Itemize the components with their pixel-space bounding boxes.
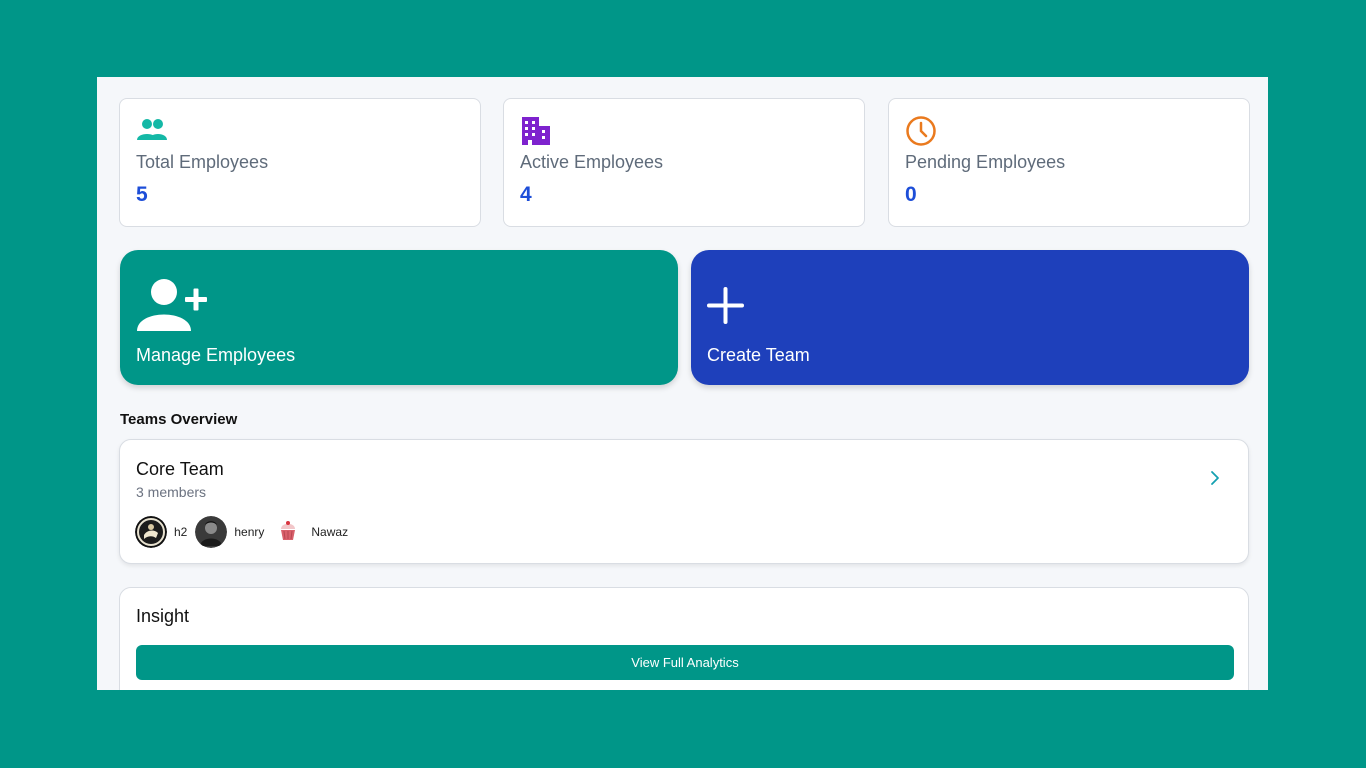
stat-card-pending-employees: Pending Employees 0	[888, 98, 1250, 227]
member-name: Nawaz	[311, 525, 349, 539]
stat-card-active-employees: Active Employees 4	[503, 98, 865, 227]
user-plus-icon	[137, 279, 207, 331]
team-card-core-team[interactable]: Core Team 3 members h2 henry Nawaz	[119, 439, 1249, 564]
insight-title: Insight	[136, 606, 190, 626]
clock-icon	[906, 116, 936, 146]
avatar	[195, 516, 228, 548]
team-member-count: 3 members	[136, 484, 207, 500]
dashboard-panel: Total Employees 5 Active Employees 4 Pen…	[97, 77, 1268, 690]
plus-icon	[707, 287, 744, 324]
stat-card-total-employees: Total Employees 5	[119, 98, 481, 227]
team-members-list: h2 henry Nawaz	[135, 516, 356, 548]
member-name: h2	[174, 525, 188, 539]
users-icon	[137, 119, 167, 140]
stat-label: Total Employees	[136, 152, 269, 172]
create-team-button[interactable]: Create Team	[691, 250, 1249, 385]
avatar	[135, 516, 167, 548]
member-name: henry	[234, 525, 265, 539]
stat-value: 0	[905, 183, 917, 206]
teams-overview-heading: Teams Overview	[120, 411, 238, 428]
chevron-right-icon[interactable]	[1206, 469, 1224, 487]
view-full-analytics-button[interactable]: View Full Analytics	[136, 645, 1234, 680]
stat-label: Active Employees	[520, 152, 664, 172]
team-member: henry	[195, 516, 264, 548]
team-member: Nawaz	[272, 516, 348, 548]
manage-employees-label: Manage Employees	[136, 345, 296, 365]
insight-card: Insight View Full Analytics	[119, 587, 1249, 690]
team-name: Core Team	[136, 459, 224, 479]
stat-value: 4	[520, 183, 532, 206]
team-member: h2	[135, 516, 187, 548]
stat-label: Pending Employees	[905, 152, 1066, 172]
create-team-label: Create Team	[707, 345, 810, 365]
avatar	[272, 516, 305, 548]
manage-employees-button[interactable]: Manage Employees	[120, 250, 678, 385]
building-icon	[522, 117, 550, 145]
stat-value: 5	[136, 183, 148, 206]
